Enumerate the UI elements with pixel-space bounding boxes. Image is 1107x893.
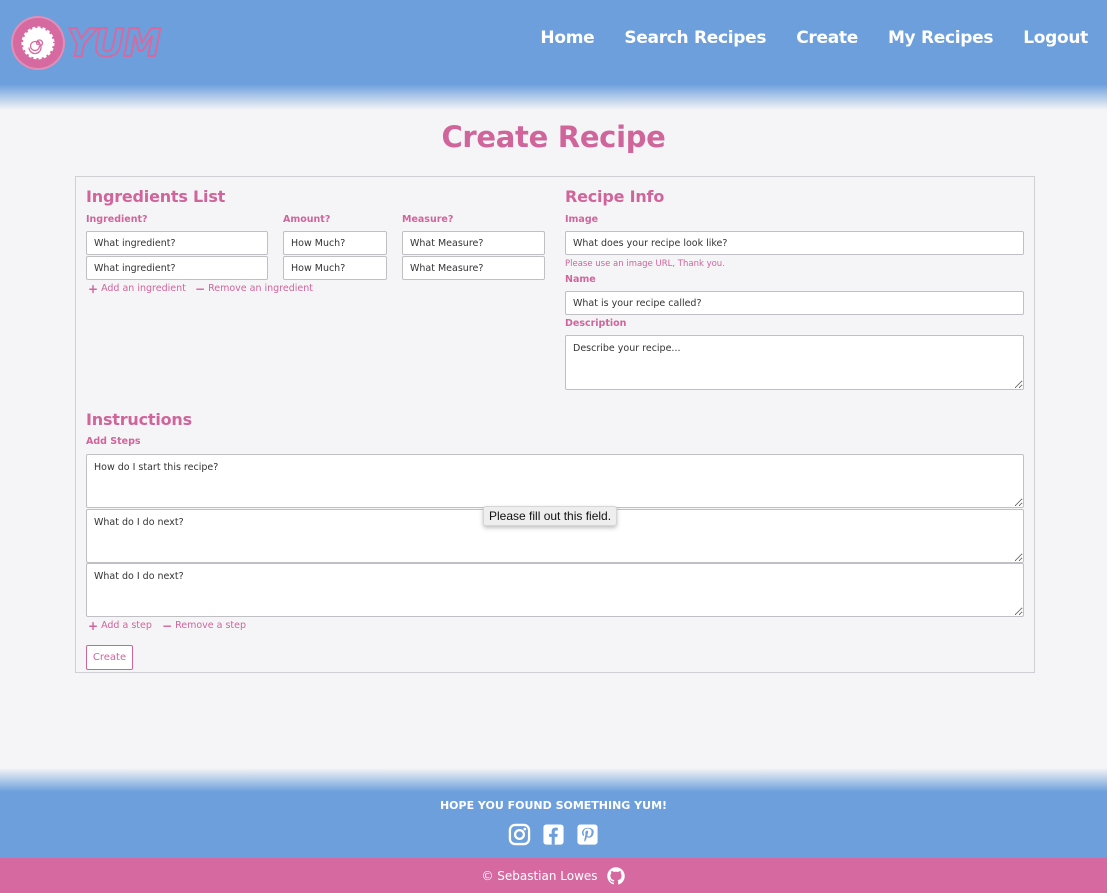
add-ingredient-button[interactable]: + Add an ingredient bbox=[88, 281, 186, 296]
description-label: Description bbox=[565, 318, 627, 329]
site-header: YUM Home Search Recipes Create My Recipe… bbox=[0, 0, 1107, 110]
pinterest-icon[interactable] bbox=[576, 823, 599, 846]
remove-step-label: Remove a step bbox=[175, 620, 247, 631]
ingredient-column-label: Ingredient? bbox=[86, 214, 148, 225]
step-textarea[interactable] bbox=[86, 454, 1024, 508]
step-textarea[interactable] bbox=[86, 563, 1024, 617]
facebook-icon[interactable] bbox=[542, 823, 565, 846]
ingredients-title: Ingredients List bbox=[86, 187, 226, 206]
amount-input[interactable] bbox=[283, 256, 387, 280]
amount-input[interactable] bbox=[283, 231, 387, 255]
instagram-icon[interactable] bbox=[508, 823, 531, 846]
measure-column-label: Measure? bbox=[402, 214, 454, 225]
add-step-label: Add a step bbox=[101, 620, 152, 631]
plus-icon: + bbox=[88, 281, 99, 296]
nav-my-recipes[interactable]: My Recipes bbox=[888, 28, 994, 48]
github-icon[interactable] bbox=[606, 866, 626, 886]
copyright-bar: © Sebastian Lowes bbox=[0, 858, 1107, 893]
site-logo[interactable]: YUM bbox=[11, 15, 162, 71]
recipe-name-input[interactable] bbox=[565, 291, 1024, 315]
nav-create[interactable]: Create bbox=[796, 28, 858, 48]
validation-tooltip: Please fill out this field. bbox=[483, 506, 618, 526]
description-textarea[interactable] bbox=[565, 335, 1024, 390]
image-url-input[interactable] bbox=[565, 231, 1024, 255]
add-ingredient-label: Add an ingredient bbox=[101, 283, 186, 294]
page-title: Create Recipe bbox=[441, 120, 666, 154]
footer-tagline: HOPE YOU FOUND SOMETHING YUM! bbox=[439, 799, 668, 812]
logo-text: YUM bbox=[66, 20, 162, 66]
nav-search-recipes[interactable]: Search Recipes bbox=[624, 28, 766, 48]
measure-input[interactable] bbox=[402, 256, 545, 280]
nav-home[interactable]: Home bbox=[540, 28, 594, 48]
nav-logout[interactable]: Logout bbox=[1023, 28, 1088, 48]
add-step-button[interactable]: + Add a step bbox=[88, 618, 152, 633]
amount-column-label: Amount? bbox=[283, 214, 331, 225]
image-label: Image bbox=[565, 214, 599, 225]
copyright-text: © Sebastian Lowes bbox=[481, 868, 598, 883]
add-steps-label: Add Steps bbox=[86, 436, 141, 447]
remove-ingredient-button[interactable]: − Remove an ingredient bbox=[195, 281, 313, 296]
instructions-title: Instructions bbox=[86, 410, 192, 429]
social-links bbox=[508, 823, 599, 846]
main-nav: Home Search Recipes Create My Recipes Lo… bbox=[540, 28, 1088, 48]
measure-input[interactable] bbox=[402, 231, 545, 255]
remove-step-button[interactable]: − Remove a step bbox=[162, 618, 247, 633]
plus-icon: + bbox=[88, 618, 99, 633]
minus-icon: − bbox=[195, 281, 206, 296]
name-label: Name bbox=[565, 274, 596, 285]
recipe-info-title: Recipe Info bbox=[565, 187, 665, 206]
image-helper-text: Please use an image URL, Thank you. bbox=[565, 259, 725, 269]
ingredient-input[interactable] bbox=[86, 256, 268, 280]
remove-ingredient-label: Remove an ingredient bbox=[208, 283, 313, 294]
ingredient-input[interactable] bbox=[86, 231, 268, 255]
create-recipe-form: Ingredients List Ingredient? Amount? Mea… bbox=[75, 176, 1035, 673]
minus-icon: − bbox=[162, 618, 173, 633]
logo-swirl-icon bbox=[11, 16, 65, 70]
create-button[interactable]: Create bbox=[86, 645, 133, 670]
